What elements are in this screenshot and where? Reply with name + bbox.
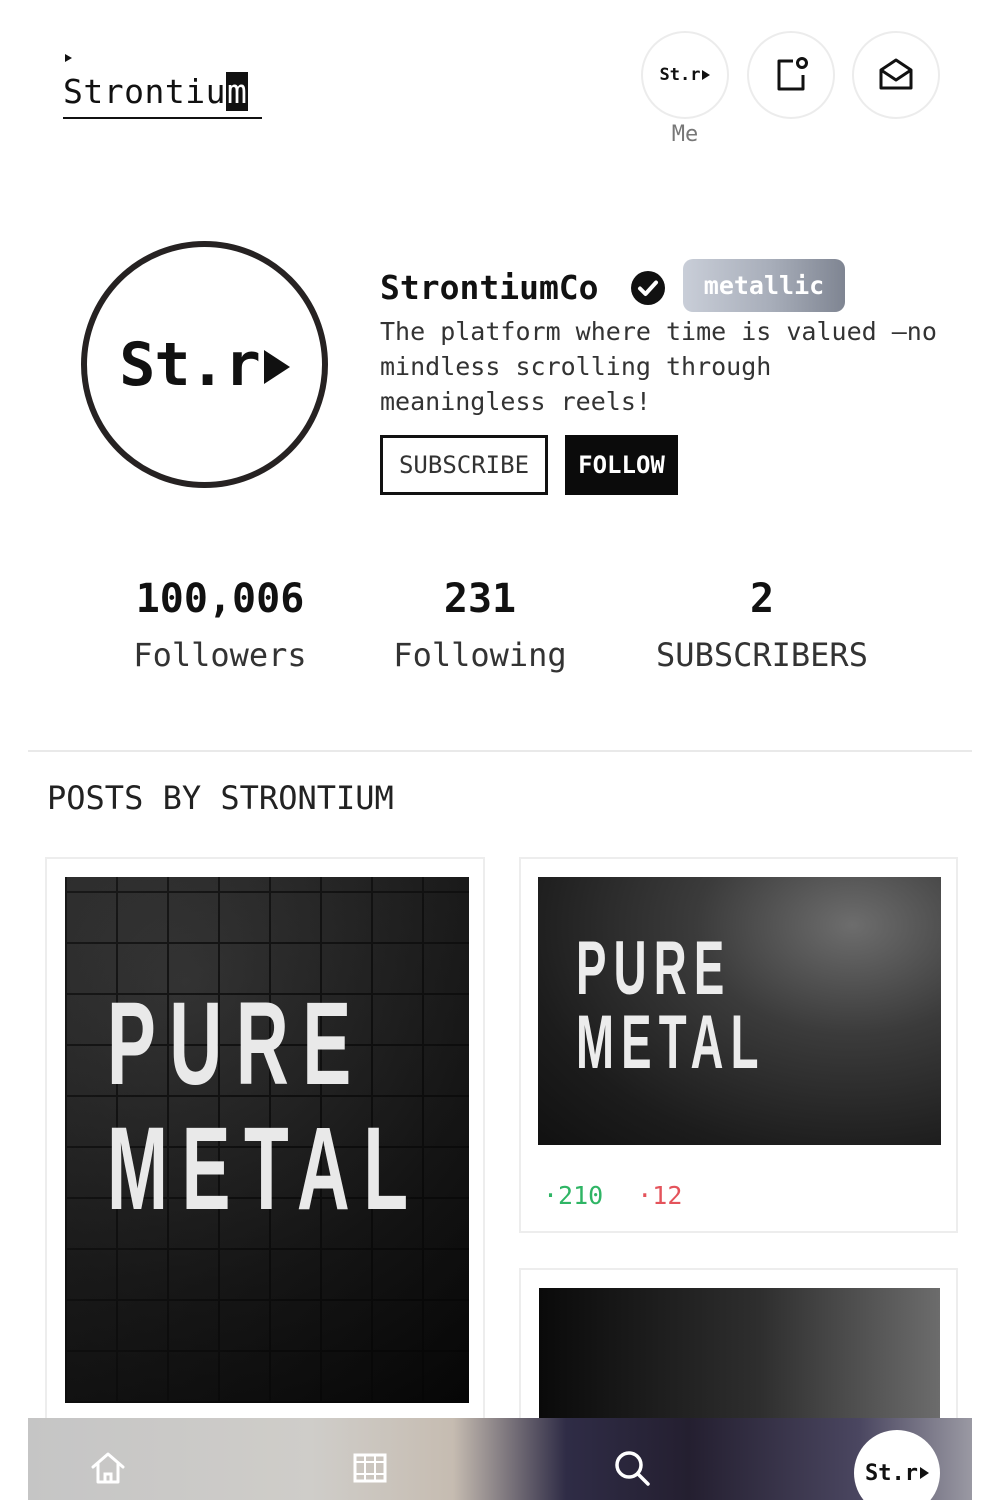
- post-image[interactable]: PURE METAL: [65, 877, 469, 1403]
- posts-section-title: POSTS BY STRONTIUM: [47, 779, 394, 817]
- post-image-text: PURE METAL: [576, 926, 766, 1085]
- home-icon: [91, 1452, 125, 1484]
- stat-value: 2: [749, 576, 775, 622]
- nav-home[interactable]: [86, 1446, 130, 1490]
- profile-handle: StrontiumCo: [380, 268, 599, 307]
- post-image-text: PURE METAL: [107, 978, 422, 1235]
- nav-me-text: St.r: [865, 1460, 918, 1486]
- bottom-nav: St.r: [28, 1418, 972, 1500]
- metallic-badge: metallic: [683, 259, 845, 312]
- stat-value: 231: [443, 576, 517, 622]
- profile-avatar: St.r: [81, 241, 328, 488]
- me-button[interactable]: St.r: [641, 31, 729, 119]
- me-label: Me: [671, 122, 699, 147]
- stat-following[interactable]: 231 Following: [350, 575, 610, 677]
- upvote-count[interactable]: ·210: [543, 1181, 603, 1210]
- stat-value: 100,006: [135, 576, 305, 622]
- logo-triangle-icon: [65, 54, 72, 62]
- notifications-button[interactable]: [747, 31, 835, 119]
- verified-check-icon: [631, 271, 665, 305]
- stat-subscribers[interactable]: 2 SUBSCRIBERS: [632, 575, 892, 677]
- grid-icon: [353, 1453, 387, 1483]
- follow-button[interactable]: FOLLOW: [565, 435, 678, 495]
- me-mark-text: St.r: [659, 65, 701, 85]
- stat-followers[interactable]: 100,006 Followers: [90, 575, 350, 677]
- notification-note-icon: [777, 57, 808, 91]
- app-logo[interactable]: Strontium: [63, 52, 263, 122]
- logo-wordmark: Strontium: [63, 70, 249, 114]
- me-mark: St.r: [660, 65, 711, 85]
- subscribe-button[interactable]: SUBSCRIBE: [380, 435, 548, 495]
- messages-button[interactable]: [852, 31, 940, 119]
- stat-label: Followers: [133, 636, 307, 674]
- search-icon: [615, 1451, 650, 1486]
- stat-label: SUBSCRIBERS: [656, 636, 868, 674]
- play-triangle-icon: [919, 1467, 929, 1479]
- downvote-count[interactable]: ·12: [637, 1181, 682, 1210]
- post-card[interactable]: PURE METAL: [45, 857, 485, 1437]
- mail-open-icon: [879, 58, 913, 90]
- play-triangle-icon: [263, 349, 290, 384]
- logo-wordmark-last: m: [225, 72, 249, 111]
- avatar-text: St.r: [119, 329, 260, 400]
- stat-label: Following: [393, 636, 567, 674]
- play-triangle-icon: [702, 70, 711, 80]
- nav-me[interactable]: St.r: [854, 1430, 940, 1500]
- post-card[interactable]: PURE METAL ·210 ·12: [519, 857, 958, 1233]
- nav-reels[interactable]: [348, 1446, 392, 1490]
- post-image[interactable]: PURE METAL: [538, 877, 941, 1145]
- profile-bio: The platform where time is valued —no mi…: [380, 317, 937, 416]
- logo-underline: [63, 117, 262, 119]
- section-divider: [28, 750, 972, 752]
- post-votes: ·210 ·12: [543, 1181, 682, 1210]
- logo-wordmark-main: Strontiu: [63, 72, 226, 111]
- nav-search[interactable]: [610, 1446, 654, 1490]
